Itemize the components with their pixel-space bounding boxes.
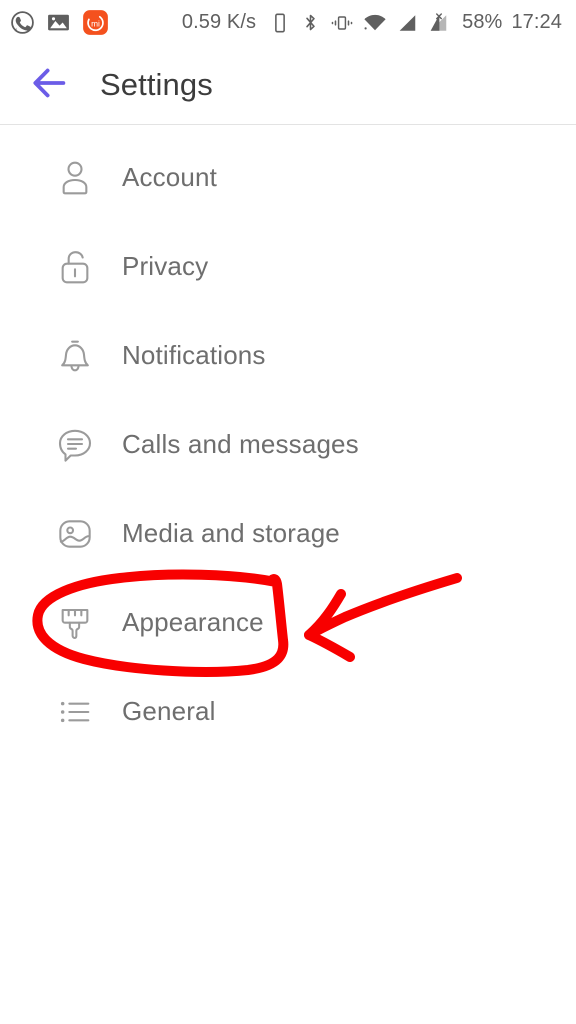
settings-item-appearance[interactable]: Appearance: [0, 578, 576, 667]
network-speed-text: 0.59 K/s: [181, 11, 257, 33]
status-bar-notification-icons: mi: [10, 9, 109, 36]
person-icon: [52, 155, 98, 201]
app-header: Settings: [0, 45, 576, 125]
settings-item-media-and-storage[interactable]: Media and storage: [0, 489, 576, 578]
status-bar: mi 0.59 K/s 58% 17:24: [0, 0, 576, 45]
settings-item-label: Notifications: [122, 340, 266, 370]
settings-item-notifications[interactable]: Notifications: [0, 311, 576, 400]
vibrate-icon: [330, 12, 354, 34]
settings-item-privacy[interactable]: Privacy: [0, 222, 576, 311]
bluetooth-icon: [300, 12, 321, 33]
settings-item-general[interactable]: General: [0, 667, 576, 756]
settings-item-label: Account: [122, 162, 217, 192]
status-bar-system-icons: 0.59 K/s 58% 17:24: [182, 11, 562, 34]
chat-bubble-icon: [52, 422, 98, 468]
arrow-left-icon: [28, 62, 70, 109]
clock-text: 17:24: [511, 11, 562, 33]
image-icon: [52, 511, 98, 557]
bulleted-list-icon: [52, 689, 98, 735]
settings-item-label: Appearance: [122, 607, 264, 637]
unlocked-padlock-icon: [52, 244, 98, 290]
settings-item-label: General: [122, 696, 216, 726]
settings-item-label: Media and storage: [122, 518, 340, 548]
settings-item-label: Calls and messages: [122, 429, 359, 459]
phone-icon: [269, 12, 291, 34]
bell-icon: [52, 333, 98, 379]
signal-bars-icon: [396, 12, 418, 34]
mi-app-icon: mi: [82, 9, 109, 36]
svg-text:mi: mi: [91, 18, 100, 28]
back-button[interactable]: [26, 62, 72, 108]
settings-list: Account Privacy Notifications Calls and …: [0, 133, 576, 756]
paintbrush-icon: [52, 600, 98, 646]
gallery-icon: [46, 10, 71, 35]
settings-item-label: Privacy: [122, 251, 209, 281]
signal-no-sim-icon: [427, 12, 449, 34]
settings-item-account[interactable]: Account: [0, 133, 576, 222]
header-divider: [0, 124, 576, 125]
page-title: Settings: [100, 67, 213, 102]
wifi-icon: [363, 12, 387, 34]
settings-item-calls-and-messages[interactable]: Calls and messages: [0, 400, 576, 489]
whatsapp-icon: [10, 10, 35, 35]
battery-percent-text: 58%: [462, 11, 503, 33]
